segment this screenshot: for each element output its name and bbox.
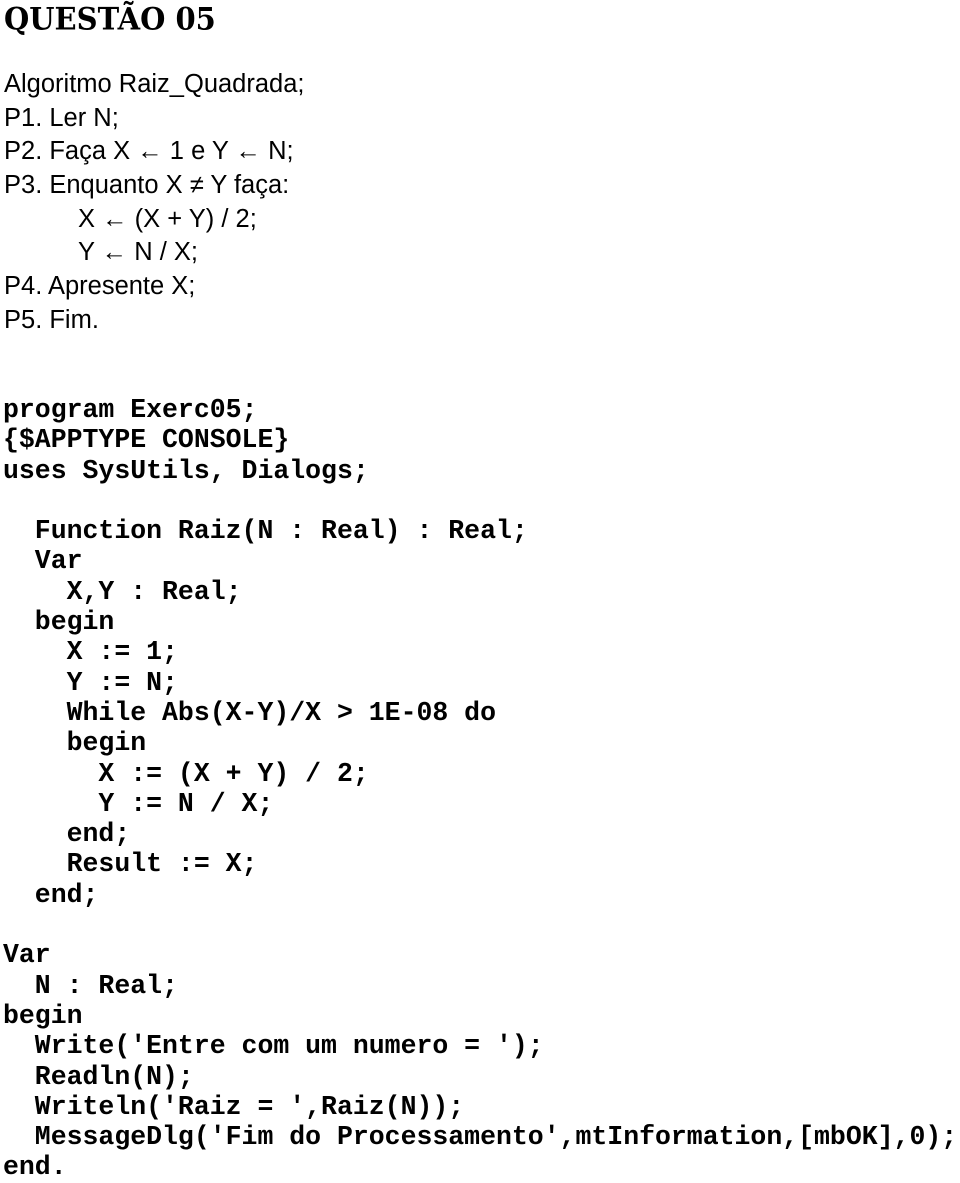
code-line: Readln(N); — [3, 1061, 194, 1092]
code-line: N : Real; — [3, 970, 178, 1001]
code-line: Function Raiz(N : Real) : Real; — [3, 516, 528, 547]
code-line: end; — [3, 819, 131, 850]
code-line: uses SysUtils, Dialogs; — [3, 455, 369, 486]
code-line: While Abs(X-Y)/X > 1E-08 do — [3, 697, 496, 728]
code-line: Writeln('Raiz = ',Raiz(N)); — [3, 1091, 465, 1122]
code-line: Write('Entre com um numero = '); — [3, 1031, 544, 1062]
code-line: begin — [3, 607, 115, 638]
code-line: begin — [3, 728, 147, 759]
algorithm-line: Y ← N / X; — [78, 238, 198, 267]
algorithm-line: P2. Faça X ← 1 e Y ← N; — [4, 137, 294, 166]
code-line: {$APPTYPE CONSOLE} — [3, 425, 290, 456]
algorithm-line: X ← (X + Y) / 2; — [78, 204, 257, 233]
code-line: end. — [3, 1152, 67, 1183]
algorithm-line: P3. Enquanto X ≠ Y faça: — [4, 171, 290, 200]
algorithm-block: Algoritmo Raiz_Quadrada; P1. Ler N; P2. Fa… — [4, 68, 304, 338]
code-line: Var — [3, 546, 83, 577]
code-line: Y := N / X; — [3, 788, 274, 819]
algorithm-line: Algoritmo Raiz_Quadrada; — [4, 70, 305, 98]
code-line: end; — [3, 879, 99, 910]
code-line: program Exerc05; — [3, 395, 258, 425]
algorithm-line: P1. Ler N; — [4, 103, 119, 132]
code-line: X := (X + Y) / 2; — [3, 758, 369, 789]
algorithm-line: P4. Apresente X; — [4, 272, 196, 301]
code-line: MessageDlg('Fim do Processamento',mtInfo… — [3, 1122, 958, 1153]
algorithm-line: P5. Fim. — [4, 305, 99, 334]
code-line: Result := X; — [3, 849, 258, 880]
pascal-code-block: program Exerc05; {$APPTYPE CONSOLE} uses S… — [3, 395, 957, 1183]
code-line: X := 1; — [3, 637, 178, 668]
code-line: begin — [3, 1000, 83, 1031]
code-line: Y := N; — [3, 667, 178, 698]
question-title: QUESTÃO 05 — [4, 1, 216, 37]
code-line: Var — [3, 940, 51, 971]
code-line: X,Y : Real; — [3, 576, 242, 607]
